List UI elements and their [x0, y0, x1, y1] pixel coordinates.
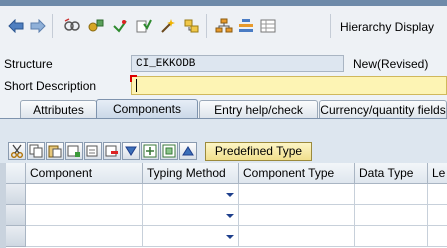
delete-row-icon[interactable] [103, 142, 121, 160]
check-icon[interactable] [134, 16, 154, 36]
chevron-down-icon[interactable] [226, 193, 234, 197]
collapse-icon[interactable] [179, 142, 197, 160]
data-type-input[interactable] [355, 226, 428, 247]
component-type-input[interactable] [239, 205, 355, 226]
column-header-length[interactable]: Le [428, 163, 447, 184]
data-type-input[interactable] [355, 205, 428, 226]
insert-row-icon-2[interactable] [84, 142, 102, 160]
column-header-component[interactable]: Component [26, 163, 143, 184]
forward-arrow-icon[interactable] [28, 16, 48, 36]
paste-icon[interactable] [46, 142, 64, 160]
tab-entry-help-check[interactable]: Entry help/check [199, 100, 318, 118]
row-selector[interactable] [6, 226, 26, 247]
hierarchy-tree-icon[interactable] [214, 16, 234, 36]
tab-attributes[interactable]: Attributes [20, 100, 97, 118]
tab-components[interactable]: Components [96, 99, 198, 119]
tab-currency-quantity-fields[interactable]: Currency/quantity fields [319, 100, 447, 118]
display-change-icon[interactable] [86, 16, 106, 36]
insert-row-icon[interactable] [65, 142, 83, 160]
predefined-type-button[interactable]: Predefined Type [205, 142, 312, 161]
short-description-input[interactable] [131, 76, 447, 95]
activate-icon[interactable] [110, 16, 130, 36]
column-header-data-type[interactable]: Data Type [355, 163, 428, 184]
typing-method-select[interactable] [143, 226, 239, 247]
structure-field: CI_EKKODB [131, 55, 344, 72]
component-type-input[interactable] [239, 226, 355, 247]
object-list-icon[interactable] [258, 16, 278, 36]
select-all-cell[interactable] [6, 163, 26, 184]
fields-icon[interactable] [141, 142, 159, 160]
length-input[interactable] [428, 205, 447, 226]
required-field-marker [130, 75, 137, 82]
column-header-typing-method[interactable]: Typing Method [143, 163, 239, 184]
row-selector[interactable] [6, 205, 26, 226]
where-used-icon[interactable] [182, 16, 202, 36]
application-toolbar: Hierarchy Display [0, 0, 447, 50]
cut-icon[interactable] [8, 142, 26, 160]
copy-icon[interactable] [27, 142, 45, 160]
title-bar-strip [0, 0, 447, 6]
length-input[interactable] [428, 184, 447, 205]
details-icon[interactable] [236, 16, 256, 36]
structure-label: Structure [4, 57, 53, 71]
expand-icon[interactable] [122, 142, 140, 160]
length-input[interactable] [428, 226, 447, 247]
component-input[interactable] [26, 226, 143, 247]
hierarchy-display-button[interactable]: Hierarchy Display [340, 20, 434, 34]
typing-method-select[interactable] [143, 205, 239, 226]
chevron-down-icon[interactable] [226, 214, 234, 218]
data-type-input[interactable] [355, 184, 428, 205]
component-input[interactable] [26, 184, 143, 205]
typing-method-select[interactable] [143, 184, 239, 205]
structure-state-text: New(Revised) [353, 57, 429, 71]
column-header-component-type[interactable]: Component Type [239, 163, 355, 184]
component-type-input[interactable] [239, 184, 355, 205]
back-arrow-icon[interactable] [6, 16, 26, 36]
row-selector[interactable] [6, 184, 26, 205]
other-object-icon[interactable] [62, 16, 82, 36]
test-icon[interactable] [158, 16, 178, 36]
nested-icon[interactable] [160, 142, 178, 160]
short-description-label: Short Description [4, 79, 97, 93]
component-input[interactable] [26, 205, 143, 226]
chevron-down-icon[interactable] [226, 235, 234, 239]
